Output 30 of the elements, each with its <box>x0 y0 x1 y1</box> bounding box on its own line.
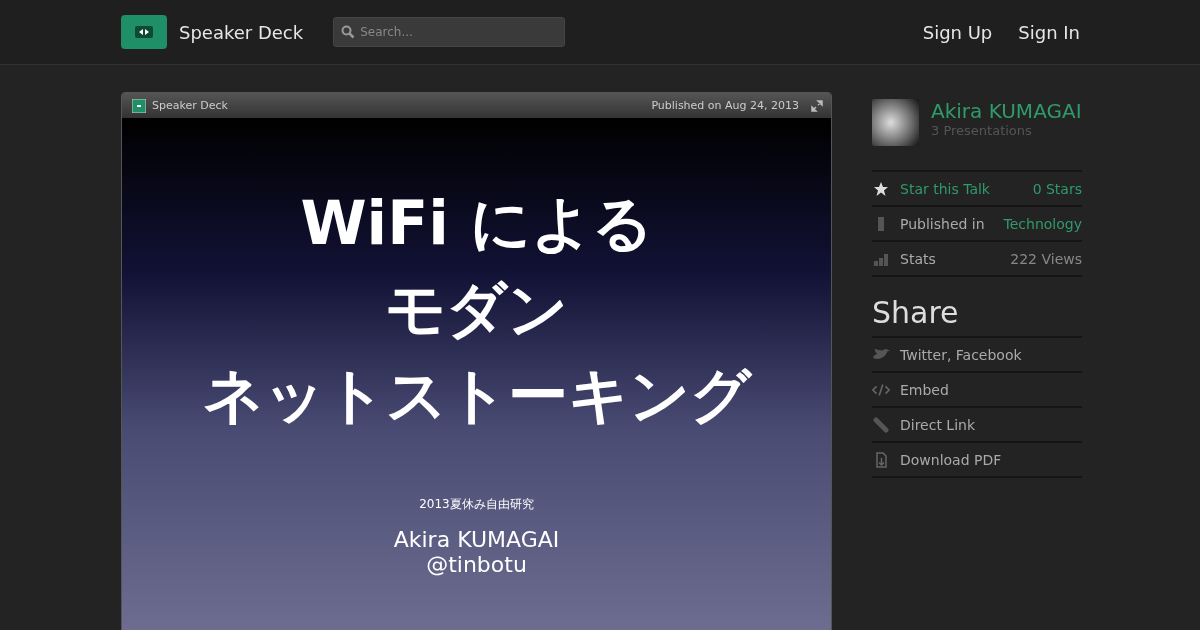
stat-value: 222 Views <box>1010 250 1082 267</box>
nav-link[interactable]: Sign Up <box>922 21 993 43</box>
slide-title: WiFi による <box>300 187 653 260</box>
share-link[interactable]: Embed <box>900 381 949 398</box>
player-brand: Speaker Deck <box>152 99 228 112</box>
slide-handle: @tinbotu <box>426 552 527 577</box>
share-link[interactable]: Direct Link <box>900 416 976 433</box>
share-link[interactable]: Download PDF <box>900 451 1002 468</box>
stat-value[interactable]: Technology <box>1003 215 1082 232</box>
slide-subtitle: 2013夏休み自由研究 <box>419 496 534 513</box>
fullscreen-icon[interactable] <box>811 99 823 112</box>
nav-link[interactable]: Sign In <box>1018 21 1080 43</box>
share-heading: Share <box>872 295 960 330</box>
slide-title: モダン <box>385 273 568 346</box>
author-name[interactable]: Akira KUMAGAI <box>931 99 1082 123</box>
stat-value[interactable]: 0 Stars <box>1032 180 1082 197</box>
code-icon <box>872 381 890 398</box>
stat-label: Stats <box>900 250 936 267</box>
stat-label[interactable]: Star this Talk <box>900 180 990 197</box>
stat-label: Published in <box>900 215 985 232</box>
search-field[interactable]: Search... <box>333 17 566 47</box>
publish-date: Published on Aug 24, 2013 <box>651 99 799 112</box>
star-icon <box>872 180 890 197</box>
logo-icon <box>132 98 146 113</box>
share-link[interactable]: Twitter, Facebook <box>900 346 1022 363</box>
slide-title: ネットストーキング <box>202 359 751 432</box>
site-name[interactable]: Speaker Deck <box>179 21 304 43</box>
logo-icon[interactable] <box>121 15 167 49</box>
slide-author: Akira KUMAGAI <box>393 527 560 552</box>
avatar-image[interactable] <box>872 99 919 146</box>
